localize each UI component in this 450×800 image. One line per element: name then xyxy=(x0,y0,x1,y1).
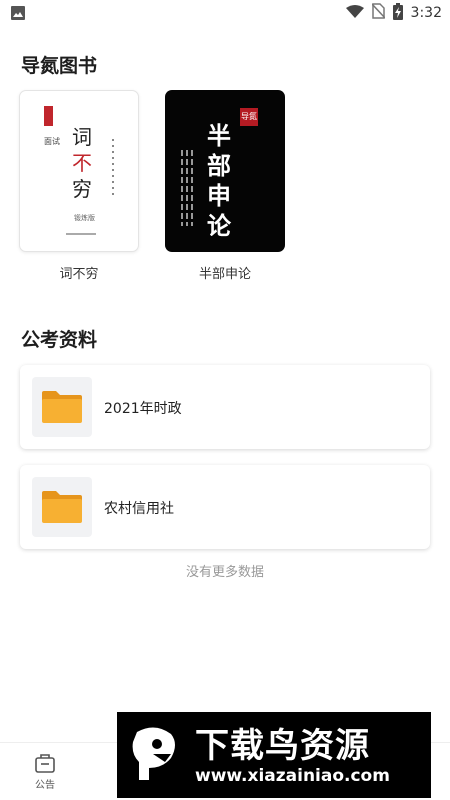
wifi-icon xyxy=(345,4,364,23)
nav-label: 公告 xyxy=(35,780,55,791)
book-cover[interactable]: 导氮 半 部 申 论 xyxy=(165,90,285,252)
cover-publisher xyxy=(66,233,96,235)
book-cover[interactable]: 面试 词 不 穷 锻炼版 xyxy=(19,90,139,252)
cover-vertical-text xyxy=(181,150,203,230)
cover-char: 词 xyxy=(72,125,92,149)
image-icon xyxy=(10,5,26,21)
watermark-title: 下载鸟资源 xyxy=(195,726,370,766)
status-bar: 3:32 xyxy=(0,0,450,26)
folder-icon xyxy=(32,477,92,537)
book-title[interactable]: 半部申论 xyxy=(165,263,285,282)
book-title[interactable]: 词不穷 xyxy=(19,263,139,282)
cover-label: 锻炼版 xyxy=(74,214,95,222)
no-sim-icon xyxy=(370,3,386,23)
material-card-rural-credit[interactable]: 农村信用社 xyxy=(20,465,430,549)
battery-charging-icon xyxy=(392,2,403,24)
watermark-url: www.xiazainiao.com xyxy=(195,766,390,786)
notice-bag-icon xyxy=(35,754,55,773)
cover-stamp xyxy=(44,106,53,126)
cover-logo: 导氮 xyxy=(240,108,258,126)
material-card-2021-politics[interactable]: 2021年时政 xyxy=(20,365,430,449)
book-item-ban-bu-shen-lun[interactable]: 导氮 半 部 申 论 半部申论 xyxy=(165,90,285,282)
cover-char: 论 xyxy=(207,212,231,240)
folder-icon xyxy=(32,377,92,437)
watermark-banner: 下载鸟资源 www.xiazainiao.com xyxy=(117,712,431,798)
status-time: 3:32 xyxy=(410,5,442,21)
book-item-ci-bu-qiong[interactable]: 面试 词 不 穷 锻炼版 词不穷 xyxy=(19,90,139,282)
cover-vertical-text xyxy=(112,139,126,199)
materials-section-title: 公考资料 xyxy=(21,329,98,351)
material-label: 农村信用社 xyxy=(104,501,174,517)
cover-char: 不 xyxy=(72,151,92,175)
material-label: 2021年时政 xyxy=(104,401,182,417)
no-more-data-text: 没有更多数据 xyxy=(185,565,264,580)
cover-char: 穷 xyxy=(72,177,92,201)
bird-logo-icon xyxy=(127,724,183,786)
books-section-title: 导氮图书 xyxy=(21,55,98,77)
cover-tag: 面试 xyxy=(44,137,60,146)
nav-item-notice[interactable]: 公告 xyxy=(22,753,68,791)
